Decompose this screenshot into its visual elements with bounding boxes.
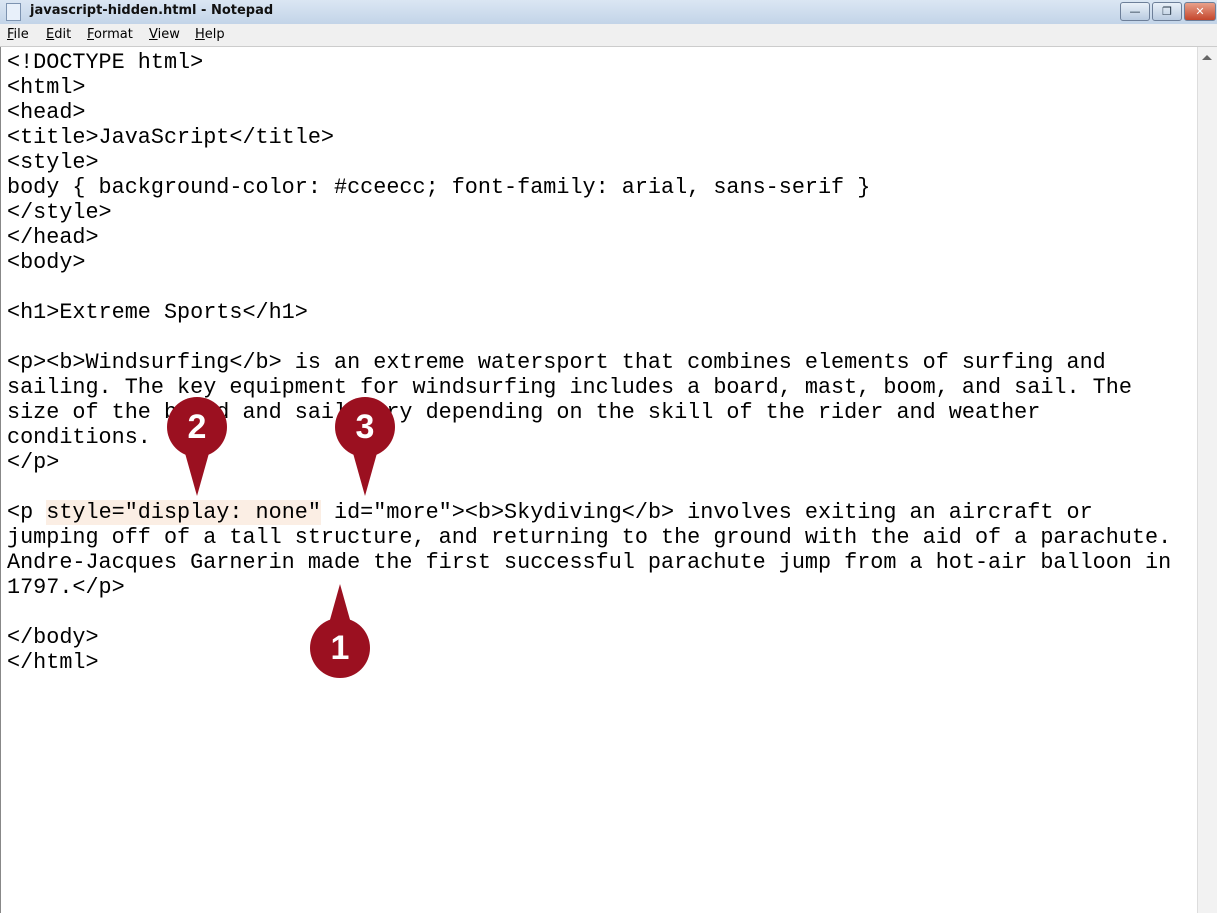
callout-1: 1 bbox=[310, 618, 370, 678]
vertical-scrollbar[interactable] bbox=[1197, 47, 1217, 913]
window-title: javascript-hidden.html - Notepad bbox=[30, 3, 274, 18]
notepad-icon bbox=[6, 3, 21, 21]
close-button[interactable]: ✕ bbox=[1184, 2, 1216, 21]
callout-2: 2 bbox=[167, 397, 227, 457]
code-before: <!DOCTYPE html> <html> <head> <title>Jav… bbox=[7, 50, 1132, 525]
title-bar: javascript-hidden.html - Notepad — ❐ ✕ bbox=[0, 0, 1217, 25]
text-editor[interactable]: <!DOCTYPE html> <html> <head> <title>Jav… bbox=[0, 47, 1198, 913]
restore-button[interactable]: ❐ bbox=[1152, 2, 1182, 21]
menu-view[interactable]: View bbox=[149, 27, 180, 42]
code-text: <!DOCTYPE html> <html> <head> <title>Jav… bbox=[7, 50, 1171, 675]
scroll-up-arrow-icon[interactable] bbox=[1202, 55, 1212, 60]
menu-edit[interactable]: Edit bbox=[46, 27, 71, 42]
code-after: id="more"><b>Skydiving</b> involves exit… bbox=[7, 500, 1172, 675]
menu-format[interactable]: Format bbox=[87, 27, 133, 42]
callout-3: 3 bbox=[335, 397, 395, 457]
highlighted-code: style="display: none" bbox=[46, 500, 321, 525]
menu-bar: File Edit Format View Help bbox=[0, 24, 1217, 47]
menu-file[interactable]: File bbox=[7, 27, 29, 42]
menu-help[interactable]: Help bbox=[195, 27, 225, 42]
minimize-button[interactable]: — bbox=[1120, 2, 1150, 21]
